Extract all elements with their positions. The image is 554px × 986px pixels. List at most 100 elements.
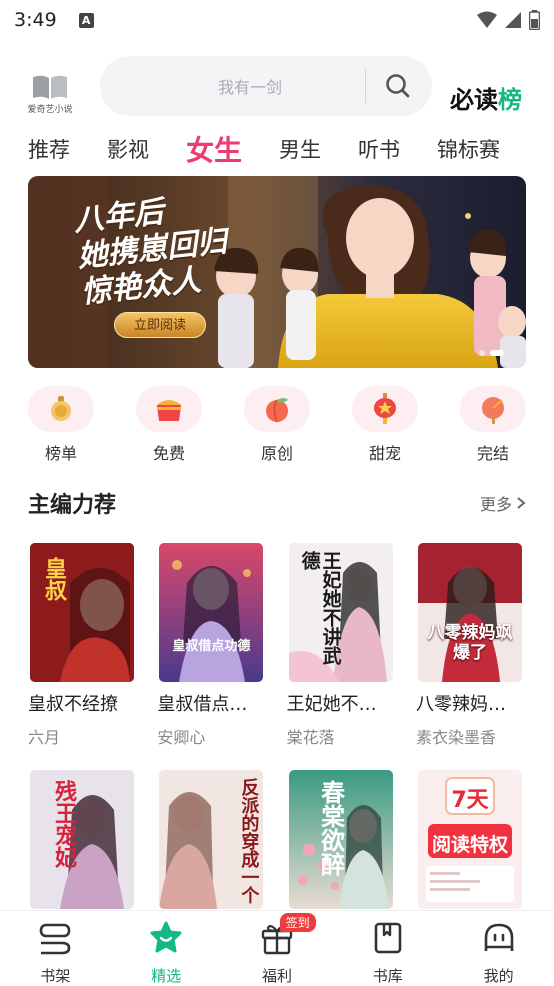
channel-tabs: 推荐 影视 女生 男生 听书 锦标赛	[28, 130, 554, 168]
cover-title: 王妃她不讲武德	[298, 551, 342, 665]
status-bar: 3:49 A	[0, 0, 554, 40]
nav-bookshelf[interactable]: 书架	[0, 911, 111, 986]
book-cover: 7天 阅读特权	[417, 770, 522, 909]
cover-title: 残王宠妃	[51, 780, 76, 868]
notification-icon: A	[78, 12, 94, 28]
book-card[interactable]: 反派的穿成一个	[157, 770, 267, 909]
must-read-ranking-button[interactable]: 必读榜	[450, 80, 522, 115]
reading-privilege-days: 7天	[451, 788, 489, 813]
editor-picks-grid: 皇叔 皇叔不经撩 六月 皇叔借点功德 皇叔借点… 安卿心 王妃她不讲武德 王妃她…	[28, 543, 526, 748]
book-card[interactable]: 八零辣妈飒爆了 八零辣妈… 素衣染墨香	[416, 543, 526, 748]
bottom-nav: 书架 精选 福利 签到 书库 我的	[0, 910, 554, 986]
lantern-icon	[352, 386, 418, 432]
cover-title: 皇叔	[41, 557, 66, 601]
editor-picks-header: 主编力荐 更多	[28, 488, 526, 518]
editor-picks-row-2: 残王宠妃 反派的穿成一个 春棠欲醉 7天 阅读特权	[28, 770, 526, 909]
banner-dot-active	[490, 350, 504, 356]
category-ranking[interactable]: 榜单	[28, 386, 94, 464]
book-title: 皇叔借点…	[157, 694, 248, 715]
category-label: 榜单	[44, 444, 77, 463]
book-cover: 八零辣妈飒爆了	[417, 543, 522, 682]
book-card[interactable]: 皇叔 皇叔不经撩 六月	[28, 543, 138, 748]
category-original[interactable]: 原创	[244, 386, 310, 464]
nav-featured[interactable]: 精选	[111, 911, 222, 986]
app-logo[interactable]: 爱奇艺小说	[26, 74, 74, 115]
nav-label: 我的	[483, 967, 514, 985]
gift-bag-icon	[136, 386, 202, 432]
tab-male[interactable]: 男生	[279, 134, 321, 164]
read-now-button[interactable]: 立即阅读	[114, 312, 206, 338]
check-in-badge: 签到	[279, 913, 316, 932]
reading-privilege-label: 阅读特权	[431, 834, 508, 856]
book-author: 安卿心	[157, 728, 206, 747]
status-time: 3:49	[14, 9, 57, 31]
book-cover: 皇叔	[30, 543, 134, 682]
category-completed[interactable]: 完结	[460, 386, 526, 464]
cover-title: 八零辣妈飒爆了	[427, 623, 513, 663]
nav-label: 书架	[40, 967, 71, 985]
rank-badge-text: 必读	[450, 86, 498, 114]
section-title: 主编力荐	[28, 493, 117, 518]
peach-icon	[244, 386, 310, 432]
book-cover: 残王宠妃	[30, 770, 134, 909]
cover-title: 皇叔借点功德	[172, 639, 251, 654]
tab-tournament[interactable]: 锦标赛	[437, 134, 500, 164]
book-card[interactable]: 皇叔借点功德 皇叔借点… 安卿心	[157, 543, 267, 748]
featured-star-icon	[150, 921, 182, 953]
search-icon[interactable]	[384, 72, 412, 100]
logo-text: 爱奇艺小说	[27, 105, 73, 115]
nav-profile[interactable]: 我的	[443, 911, 554, 986]
tab-film[interactable]: 影视	[107, 134, 149, 164]
header: 爱奇艺小说 我有一剑 必读榜	[0, 56, 554, 120]
book-card[interactable]: 春棠欲醉	[287, 770, 397, 909]
search-bar[interactable]: 我有一剑	[100, 56, 432, 116]
search-placeholder: 我有一剑	[218, 78, 283, 97]
category-label: 免费	[152, 444, 185, 463]
more-link[interactable]: 更多	[480, 491, 526, 515]
tab-recommend[interactable]: 推荐	[28, 134, 70, 164]
chevron-right-icon	[517, 497, 526, 509]
library-icon	[374, 922, 402, 954]
book-cover: 皇叔借点功德	[159, 543, 264, 682]
category-label: 原创	[260, 444, 293, 463]
cover-title: 春棠欲醉	[316, 780, 345, 876]
wifi-icon	[477, 11, 497, 28]
book-card[interactable]: 王妃她不讲武德 王妃她不… 棠花落	[287, 543, 397, 748]
fan-icon	[460, 386, 526, 432]
book-card-reading-privilege[interactable]: 7天 阅读特权	[416, 770, 526, 909]
cover-art	[159, 543, 264, 682]
book-title: 八零辣妈…	[415, 694, 506, 715]
nav-welfare[interactable]: 福利 签到	[222, 911, 333, 986]
cover-title: 反派的穿成一个	[238, 778, 260, 904]
battery-icon	[529, 10, 540, 30]
promo-banner[interactable]: 八年后 她携崽回归 惊艳众人 立即阅读	[28, 176, 526, 368]
bookshelf-icon	[40, 923, 71, 955]
status-icons	[477, 10, 540, 30]
book-title: 王妃她不…	[286, 694, 377, 715]
more-label: 更多	[479, 495, 512, 514]
signal-icon	[505, 12, 521, 28]
book-author: 棠花落	[286, 728, 335, 747]
search-divider	[365, 69, 366, 103]
profile-icon	[484, 923, 513, 951]
book-author: 素衣染墨香	[415, 728, 496, 747]
nav-label: 福利	[261, 967, 292, 985]
rank-badge-accent: 榜	[498, 86, 522, 114]
nav-label: 精选	[151, 967, 182, 985]
book-cover: 反派的穿成一个	[159, 770, 264, 909]
category-sweet-romance[interactable]: 甜宠	[352, 386, 418, 464]
nav-library[interactable]: 书库	[332, 911, 443, 986]
nav-label: 书库	[372, 967, 403, 985]
category-label: 甜宠	[368, 444, 401, 463]
book-cover: 春棠欲醉	[288, 770, 393, 909]
tab-audio[interactable]: 听书	[358, 134, 400, 164]
book-cover: 王妃她不讲武德	[288, 543, 393, 682]
category-label: 完结	[476, 444, 509, 463]
category-free[interactable]: 免费	[136, 386, 202, 464]
banner-pagination	[479, 350, 504, 356]
banner-title: 八年后 她携崽回归 惊艳众人	[72, 188, 232, 311]
book-card[interactable]: 残王宠妃	[28, 770, 138, 909]
book-author: 六月	[28, 728, 61, 747]
tab-female[interactable]: 女生	[186, 130, 242, 168]
trophy-icon	[28, 386, 94, 432]
